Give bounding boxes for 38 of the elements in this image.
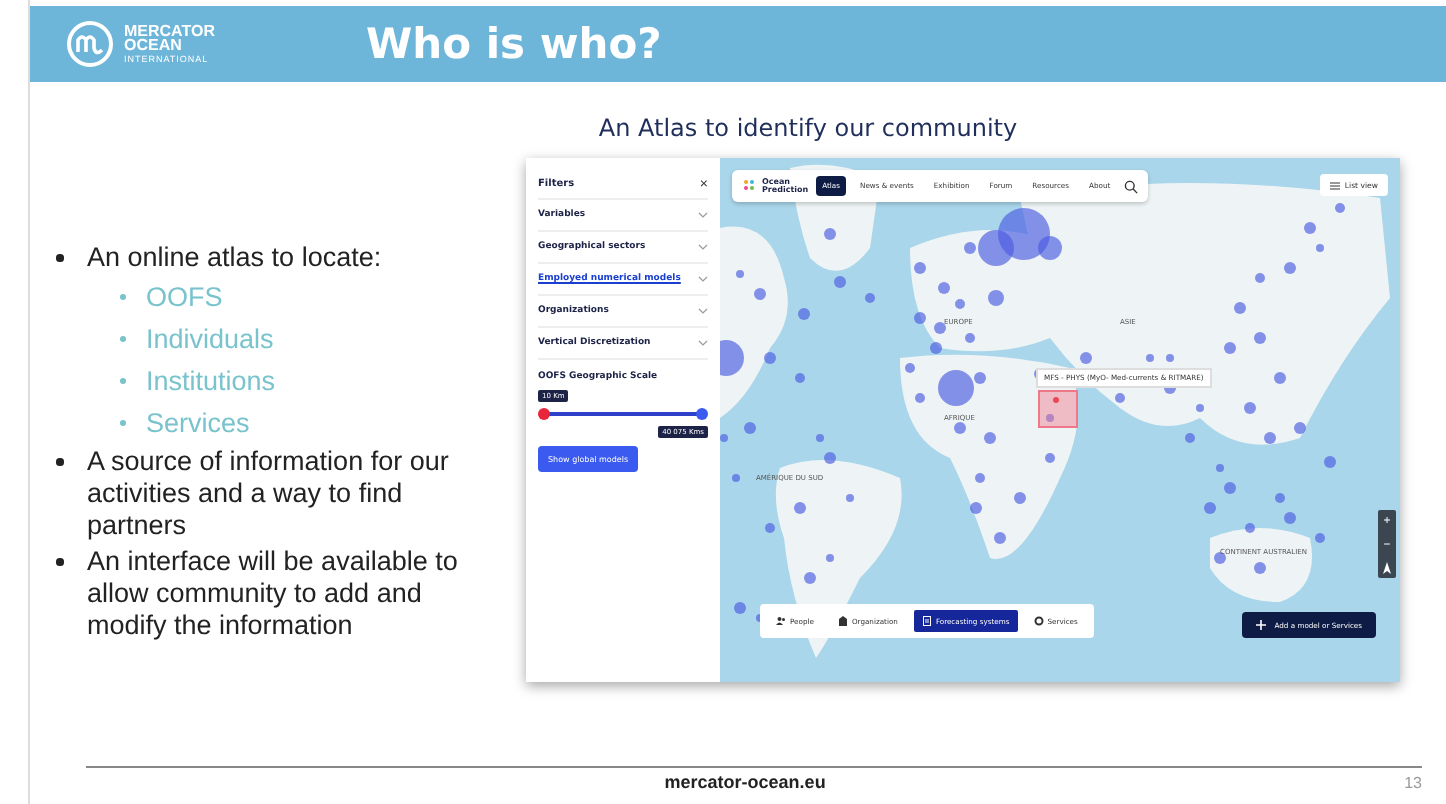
slider-thumb[interactable] [538,407,550,419]
bullet-dot [56,458,63,465]
slide-title: Who is who? [366,20,662,68]
gear-icon [1033,616,1044,626]
sub-bullet-text: Individuals [146,322,274,358]
footer-website: mercator-ocean.eu [662,772,828,792]
people-icon [776,616,786,626]
bullet-text: An online atlas to locate: [87,242,384,274]
bullet-text: An interface will be available to allow community to add and modify the information [87,546,460,642]
bullet-text: A source of information for our activities and a way to find partners [87,446,451,542]
logo-icon [742,178,758,194]
sub-bullet-text: Services [146,406,250,442]
chevron-icon [698,244,708,250]
chevron-icon [698,308,708,314]
selection-highlight [1038,390,1078,428]
chevron-icon [698,340,708,346]
slider-thumb[interactable] [696,407,708,419]
compass-icon[interactable] [1378,558,1396,578]
logo-icon [66,20,114,68]
document-icon [921,616,932,626]
chevron-icon [698,212,708,218]
bullet-dot [120,294,126,300]
sub-bullet-text: Institutions [146,364,276,400]
bullet-dot [56,254,63,261]
bullet-dot [56,558,63,565]
chevron-icon [698,276,708,282]
list-icon [1330,181,1341,189]
search-icon[interactable] [1124,179,1139,193]
logo-text: OCEAN [124,38,182,53]
plus-icon [1256,620,1267,630]
slide-subtitle: An Atlas to identify our community [596,114,1020,142]
bullet-dot [120,336,126,342]
logo-text: MERCATOR [124,23,215,38]
page-number: 13 [1404,773,1422,791]
bullet-dot [120,420,126,426]
sub-bullet-text: OOFS [146,280,223,316]
building-icon [837,616,848,626]
bullet-dot [120,378,126,384]
